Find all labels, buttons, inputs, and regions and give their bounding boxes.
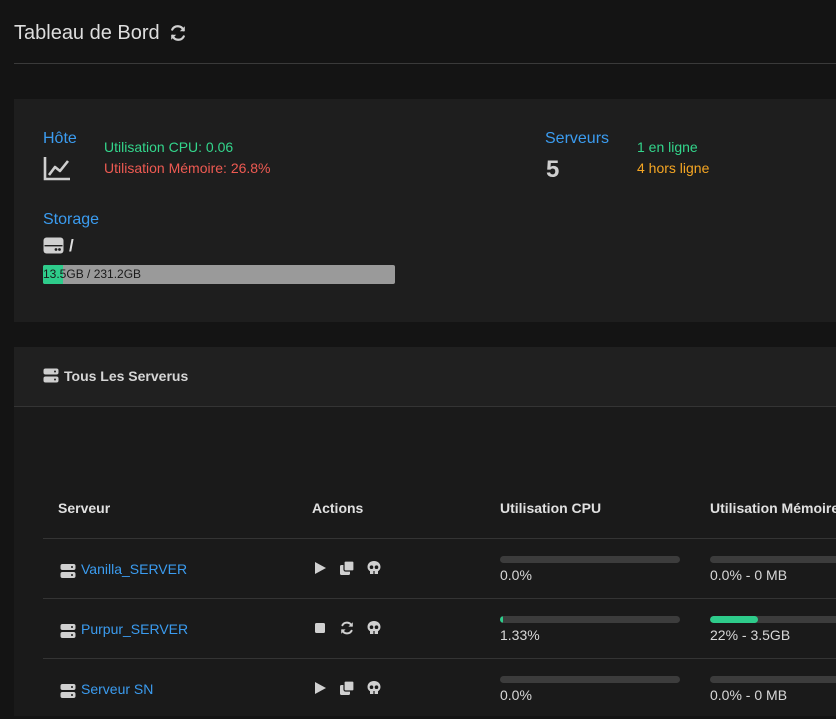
servers-offline: 4 hors ligne bbox=[637, 160, 710, 176]
memory-usage-text: 0.0% - 0 MB bbox=[710, 687, 788, 703]
summary-card: Hôte Utilisation CPU: 0.06 Utilisation M… bbox=[14, 99, 836, 322]
chart-line-icon bbox=[43, 157, 70, 181]
storage-progress-bar: 13.5GB / 231.2GB bbox=[43, 265, 395, 284]
restart-button[interactable] bbox=[339, 620, 355, 636]
clone-button[interactable] bbox=[339, 560, 355, 576]
col-header-memory: Utilisation Mémoire bbox=[710, 500, 836, 516]
server-name-link[interactable]: Purpur_SERVER bbox=[81, 621, 188, 637]
server-icon bbox=[60, 684, 76, 698]
host-cpu-usage: Utilisation CPU: 0.06 bbox=[104, 139, 234, 155]
storage-heading: Storage bbox=[43, 211, 100, 228]
page-header: Tableau de Bord bbox=[14, 0, 836, 64]
storage-usage-text: 13.5GB / 231.2GB bbox=[43, 267, 142, 281]
hdd-icon bbox=[43, 237, 64, 254]
col-header-server: Serveur bbox=[58, 500, 111, 516]
stop-button[interactable] bbox=[312, 620, 328, 636]
servers-count: 5 bbox=[546, 156, 560, 183]
servers-heading: Serveurs bbox=[545, 130, 610, 147]
start-button[interactable] bbox=[312, 680, 328, 696]
servers-online: 1 en ligne bbox=[637, 139, 698, 155]
memory-usage-bar bbox=[710, 676, 836, 683]
cpu-usage-bar bbox=[500, 676, 680, 683]
server-icon bbox=[60, 564, 76, 578]
table-row: Serveur SN 0.0% 0.0% - 0 MB bbox=[43, 658, 836, 719]
clone-button[interactable] bbox=[339, 680, 355, 696]
storage-mount: / bbox=[69, 236, 74, 255]
memory-usage-text: 0.0% - 0 MB bbox=[710, 567, 788, 583]
server-name-link[interactable]: Serveur SN bbox=[81, 681, 153, 697]
kill-button[interactable] bbox=[366, 620, 382, 636]
servers-card-title: Tous Les Serverus bbox=[64, 368, 189, 384]
memory-usage-text: 22% - 3.5GB bbox=[710, 627, 791, 643]
table-row: Vanilla_SERVER 0.0% 0.0% - 0 MB bbox=[43, 538, 836, 599]
server-name-link[interactable]: Vanilla_SERVER bbox=[81, 561, 187, 577]
cpu-usage-bar bbox=[500, 556, 680, 563]
cpu-usage-text: 0.0% bbox=[500, 567, 532, 583]
host-memory-usage: Utilisation Mémoire: 26.8% bbox=[104, 160, 271, 176]
kill-button[interactable] bbox=[366, 560, 382, 576]
server-icon bbox=[60, 624, 76, 638]
kill-button[interactable] bbox=[366, 680, 382, 696]
servers-card: Tous Les Serverus Serveur Actions Utilis… bbox=[14, 347, 836, 716]
col-header-cpu: Utilisation CPU bbox=[500, 500, 602, 516]
memory-usage-bar bbox=[710, 556, 836, 563]
cpu-usage-text: 0.0% bbox=[500, 687, 532, 703]
refresh-icon[interactable] bbox=[168, 23, 188, 43]
cpu-usage-fill bbox=[500, 616, 503, 623]
page-title: Tableau de Bord bbox=[14, 22, 160, 44]
host-heading: Hôte bbox=[43, 130, 77, 147]
cpu-usage-text: 1.33% bbox=[500, 627, 540, 643]
memory-usage-bar bbox=[710, 616, 836, 623]
table-row: Purpur_SERVER 1.33% 22% - 3.5GB bbox=[43, 598, 836, 659]
server-icon bbox=[43, 368, 59, 383]
col-header-actions: Actions bbox=[312, 500, 364, 516]
start-button[interactable] bbox=[312, 560, 328, 576]
memory-usage-fill bbox=[710, 616, 758, 623]
cpu-usage-bar bbox=[500, 616, 680, 623]
servers-card-header: Tous Les Serverus bbox=[14, 347, 836, 407]
